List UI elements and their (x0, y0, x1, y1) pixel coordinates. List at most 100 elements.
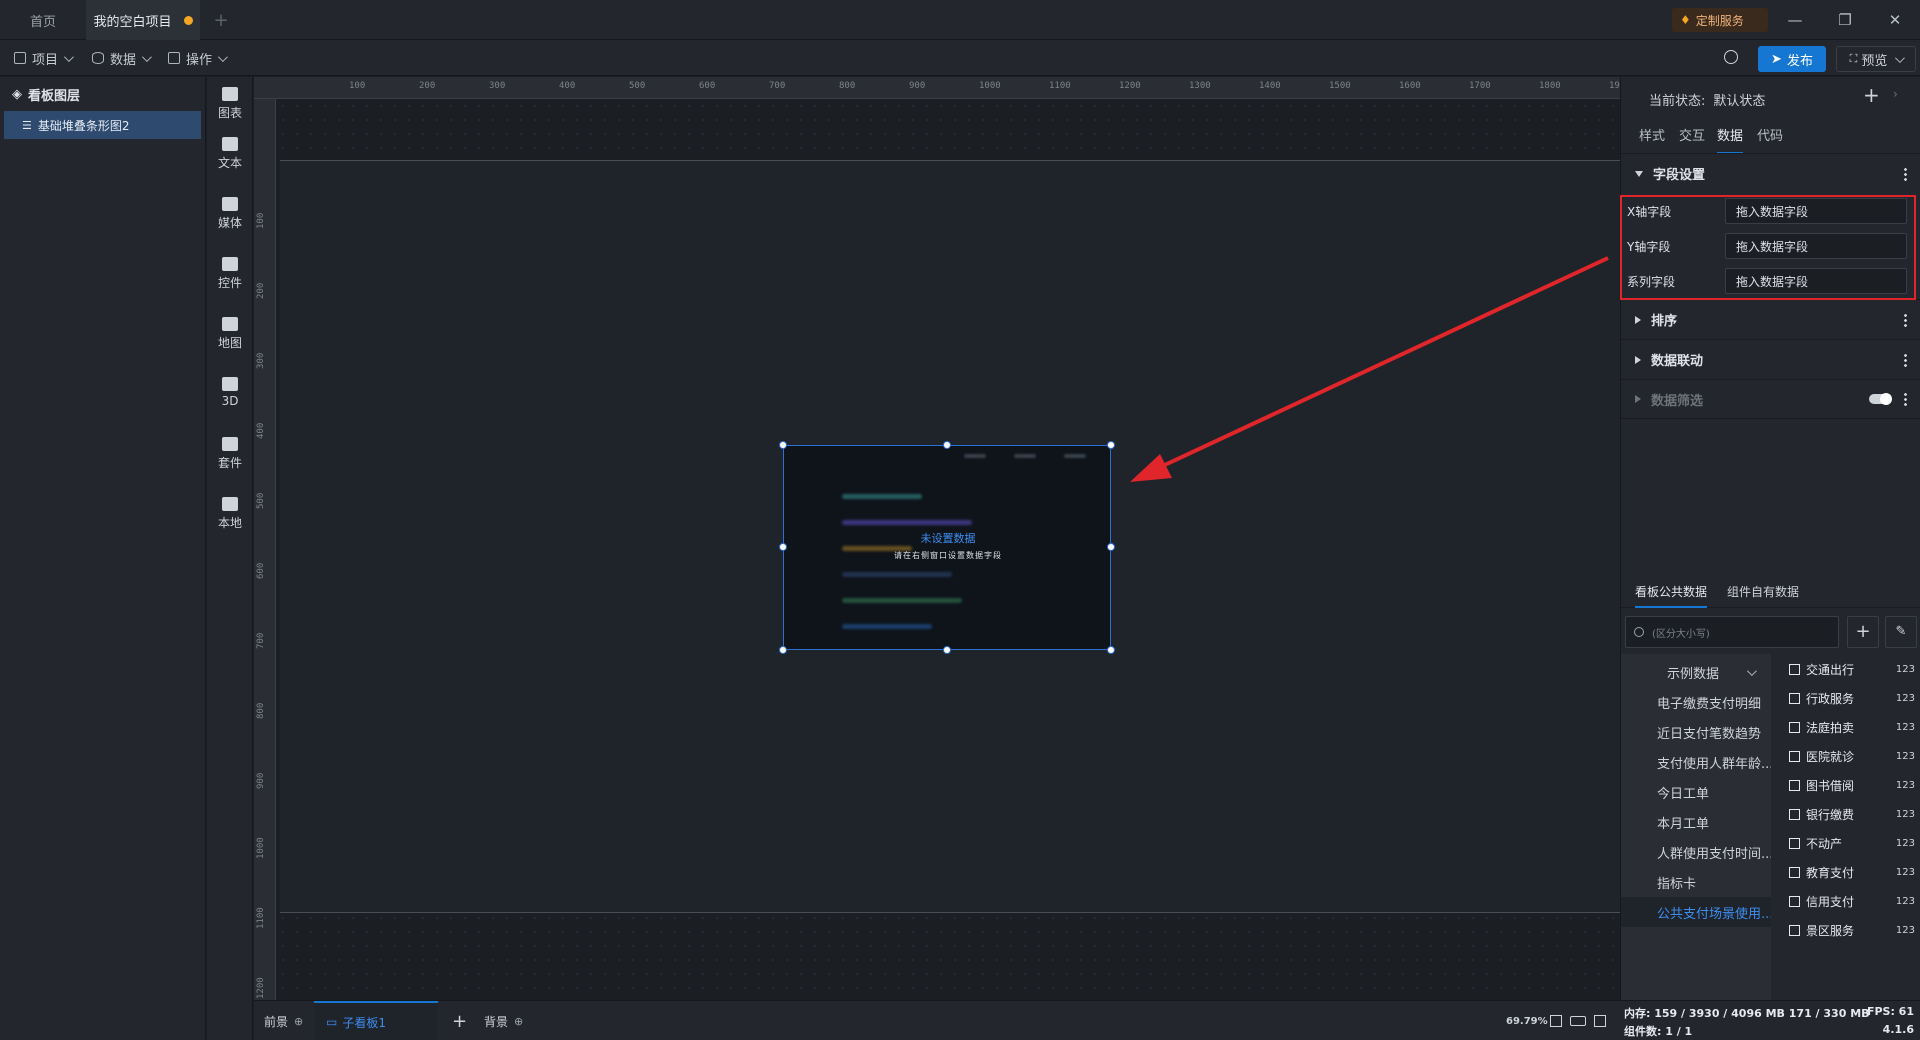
dataset-item[interactable]: 电子缴费支付明细 (1621, 687, 1771, 717)
column-item[interactable]: 行政服务 123 (1789, 684, 1915, 712)
caret-down-icon (1635, 170, 1643, 177)
preview-button[interactable]: ⛶ 预览 (1836, 46, 1916, 72)
annotation-arrow-icon (1130, 256, 1609, 482)
column-name: 不动产 (1806, 836, 1843, 851)
tab-data-label: 数据 (1717, 129, 1744, 144)
dataset-group-label: 示例数据 (1667, 666, 1720, 682)
column-item[interactable]: 信用支付 123 (1789, 887, 1915, 915)
unsaved-dot-icon (183, 15, 193, 25)
column-item[interactable]: 图书借阅 123 (1789, 771, 1915, 799)
current-state: 当前状态: 默认状态 (1649, 87, 1765, 111)
tab-own-data[interactable]: 组件自有数据 (1727, 574, 1799, 608)
column-type: 123 (1895, 663, 1915, 675)
more-icon[interactable] (1904, 392, 1907, 406)
checkbox-icon (1789, 924, 1800, 936)
add-state-icon[interactable]: + (1863, 83, 1880, 107)
tab-my-project[interactable]: 我的空白项目 (86, 0, 200, 40)
tab-data[interactable]: 数据 (1717, 125, 1744, 154)
zoom-level[interactable]: 69.79% (1506, 1001, 1548, 1040)
palette-control-label: 控件 (217, 276, 242, 290)
palette-map[interactable]: 地图 (207, 309, 253, 359)
chevron-right-icon[interactable]: › (1893, 87, 1898, 101)
section-sort[interactable]: 排序 (1621, 299, 1920, 339)
restore-button[interactable]: ❐ (1830, 8, 1860, 32)
puzzle-icon (222, 497, 238, 511)
ruler-left[interactable]: 100 200 300 400 500 600 700 800 900 1000 1100 1200 (254, 99, 276, 1000)
blur-bar (842, 520, 972, 525)
terminal-icon[interactable] (1594, 1015, 1606, 1027)
dataset-group-dropdown[interactable]: 示例数据 (1621, 657, 1771, 687)
minimize-button[interactable]: — (1780, 8, 1810, 32)
ruler-tick-label: 500 (256, 492, 266, 509)
add-dataset-button[interactable]: + (1847, 616, 1879, 648)
search-icon[interactable] (1724, 50, 1738, 64)
resize-handle[interactable] (779, 543, 787, 551)
edit-dataset-button[interactable]: ✎ (1885, 616, 1917, 648)
more-icon[interactable] (1904, 312, 1907, 327)
dataset-item-label: 公共支付场景使用... (1657, 906, 1771, 922)
tab-background[interactable]: 背景 ⊕ (484, 1001, 523, 1040)
filter-toggle[interactable] (1869, 393, 1892, 405)
layer-item[interactable]: ☰ 基础堆叠条形图2 (4, 111, 201, 139)
column-type: 123 (1895, 895, 1915, 907)
menu-data[interactable]: 数据 (92, 40, 152, 76)
palette-local[interactable]: 本地 (207, 489, 253, 539)
menu-operation[interactable]: 操作 (168, 40, 228, 76)
resize-handle[interactable] (779, 646, 787, 654)
section-data-linkage[interactable]: 数据联动 (1621, 339, 1920, 379)
layers-header: ◈ 看板图层 (0, 77, 205, 111)
dataset-item[interactable]: 指标卡 (1621, 867, 1771, 897)
dataset-item[interactable]: 今日工单 (1621, 777, 1771, 807)
column-item[interactable]: 交通出行 123 (1789, 655, 1915, 683)
resize-handle[interactable] (943, 646, 951, 654)
palette-control[interactable]: 控件 (207, 249, 253, 299)
tab-style[interactable]: 样式 (1639, 125, 1665, 144)
menu-project[interactable]: 项目 (14, 40, 74, 76)
custom-service-button[interactable]: ♦ 定制服务 (1672, 8, 1768, 32)
dataset-item[interactable]: 支付使用人群年龄... (1621, 747, 1771, 777)
add-board-button[interactable]: + (452, 1001, 467, 1040)
section-data-filter-label: 数据筛选 (1651, 393, 1704, 409)
ruler-top[interactable]: 100 200 300 400 500 600 700 800 900 1000 1100 1200 1… (254, 77, 1631, 99)
resize-handle[interactable] (779, 441, 787, 449)
dataset-item[interactable]: 本月工单 (1621, 807, 1771, 837)
palette-kit[interactable]: 套件 (207, 429, 253, 479)
column-item[interactable]: 法庭拍卖 123 (1789, 713, 1915, 741)
palette-chart[interactable]: 图表 (207, 79, 253, 129)
dataset-item-active[interactable]: 公共支付场景使用... (1621, 897, 1771, 927)
column-item[interactable]: 医院就诊 123 (1789, 742, 1915, 770)
fit-screen-icon[interactable] (1550, 1015, 1562, 1027)
column-item[interactable]: 不动产 123 (1789, 829, 1915, 857)
highlight-box (1620, 195, 1916, 300)
more-icon[interactable] (1904, 352, 1907, 367)
tab-sub-board[interactable]: ▭ 子看板1 (314, 1001, 438, 1040)
resize-handle[interactable] (1107, 646, 1115, 654)
palette-text[interactable]: 文本 (207, 129, 253, 179)
palette-media[interactable]: 媒体 (207, 189, 253, 239)
section-field-settings[interactable]: 字段设置 (1621, 153, 1920, 193)
chart-widget[interactable]: 未设置数据 请在右侧窗口设置数据字段 (783, 445, 1111, 650)
column-item[interactable]: 银行缴费 123 (1789, 800, 1915, 828)
column-item[interactable]: 教育支付 123 (1789, 858, 1915, 886)
close-button[interactable]: ✕ (1880, 8, 1910, 32)
resize-handle[interactable] (1107, 441, 1115, 449)
dataset-item[interactable]: 近日支付笔数趋势 (1621, 717, 1771, 747)
more-icon[interactable] (1904, 166, 1907, 181)
dataset-list: 示例数据 电子缴费支付明细 近日支付笔数趋势 支付使用人群年龄... 今日工单 … (1621, 654, 1771, 1000)
tab-code[interactable]: 代码 (1757, 125, 1783, 144)
resize-handle[interactable] (943, 441, 951, 449)
section-data-filter[interactable]: 数据筛选 (1621, 379, 1920, 419)
tab-home[interactable]: 首页 (0, 0, 86, 40)
keyboard-icon[interactable] (1570, 1016, 1586, 1026)
palette-3d[interactable]: 3D (207, 367, 253, 417)
column-item[interactable]: 景区服务 123 (1789, 916, 1915, 944)
dataset-item-label: 近日支付笔数趋势 (1657, 726, 1762, 742)
dataset-search-input[interactable]: (区分大小写) (1625, 616, 1839, 648)
publish-button[interactable]: ➤ 发布 (1758, 46, 1826, 72)
tab-foreground[interactable]: 前景 ⊕ (264, 1001, 303, 1040)
dataset-item[interactable]: 人群使用支付时间... (1621, 837, 1771, 867)
add-tab-button[interactable]: + (206, 0, 236, 40)
tab-public-data[interactable]: 看板公共数据 (1635, 574, 1708, 608)
resize-handle[interactable] (1107, 543, 1115, 551)
tab-interaction[interactable]: 交互 (1679, 125, 1705, 144)
